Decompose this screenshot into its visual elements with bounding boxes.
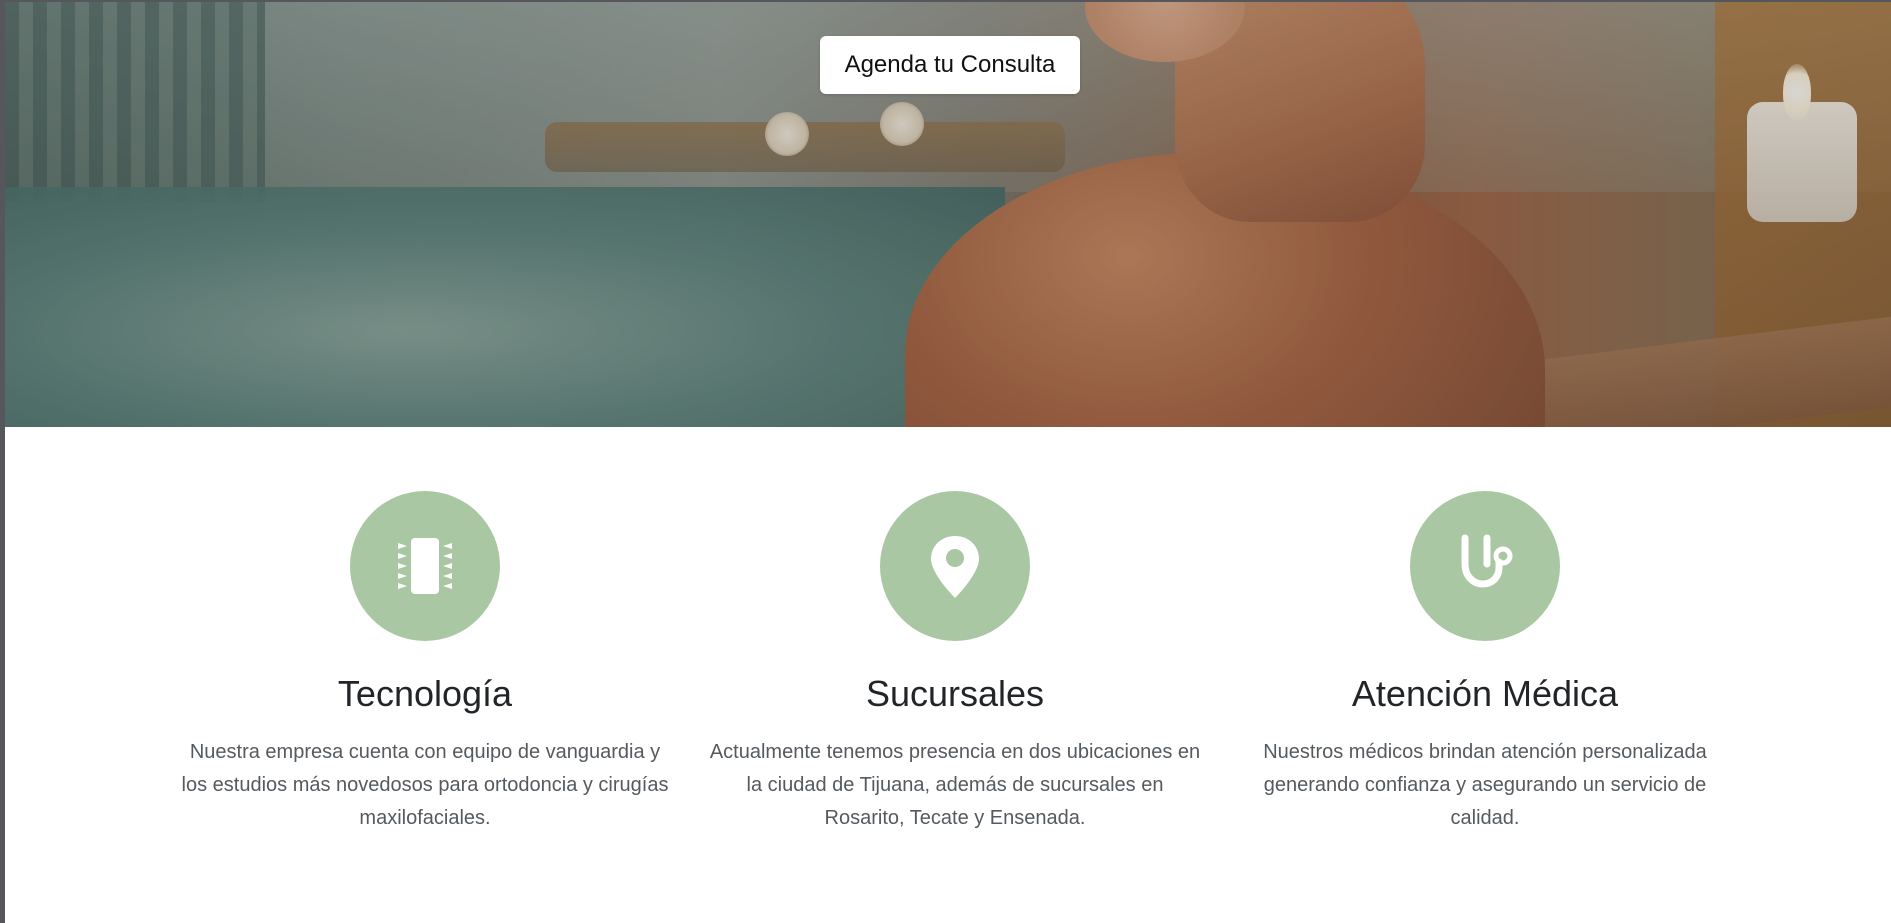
page: Agenda tu Consulta Tecnología Nuestra em…	[5, 2, 1891, 923]
feature-description: Nuestra empresa cuenta con equipo de van…	[181, 741, 669, 829]
map-pin-icon	[931, 536, 979, 598]
stethoscope-icon	[1461, 534, 1513, 588]
microchip-icon	[398, 538, 452, 594]
hero-banner: Agenda tu Consulta	[5, 2, 1891, 427]
feature-title: Atención Médica	[1351, 673, 1619, 714]
book-consultation-button[interactable]: Agenda tu Consulta	[820, 36, 1080, 94]
feature-description: Nuestros médicos brindan atención person…	[1263, 741, 1707, 829]
feature-title: Tecnología	[337, 673, 513, 714]
feature-icon-circle	[1410, 491, 1560, 641]
features-section: Tecnología Nuestra empresa cuenta con eq…	[5, 427, 1891, 923]
feature-icon-circle	[350, 491, 500, 641]
feature-description: Actualmente tenemos presencia en dos ubi…	[709, 741, 1201, 829]
feature-icon-circle	[880, 491, 1030, 641]
feature-title: Sucursales	[865, 673, 1045, 714]
